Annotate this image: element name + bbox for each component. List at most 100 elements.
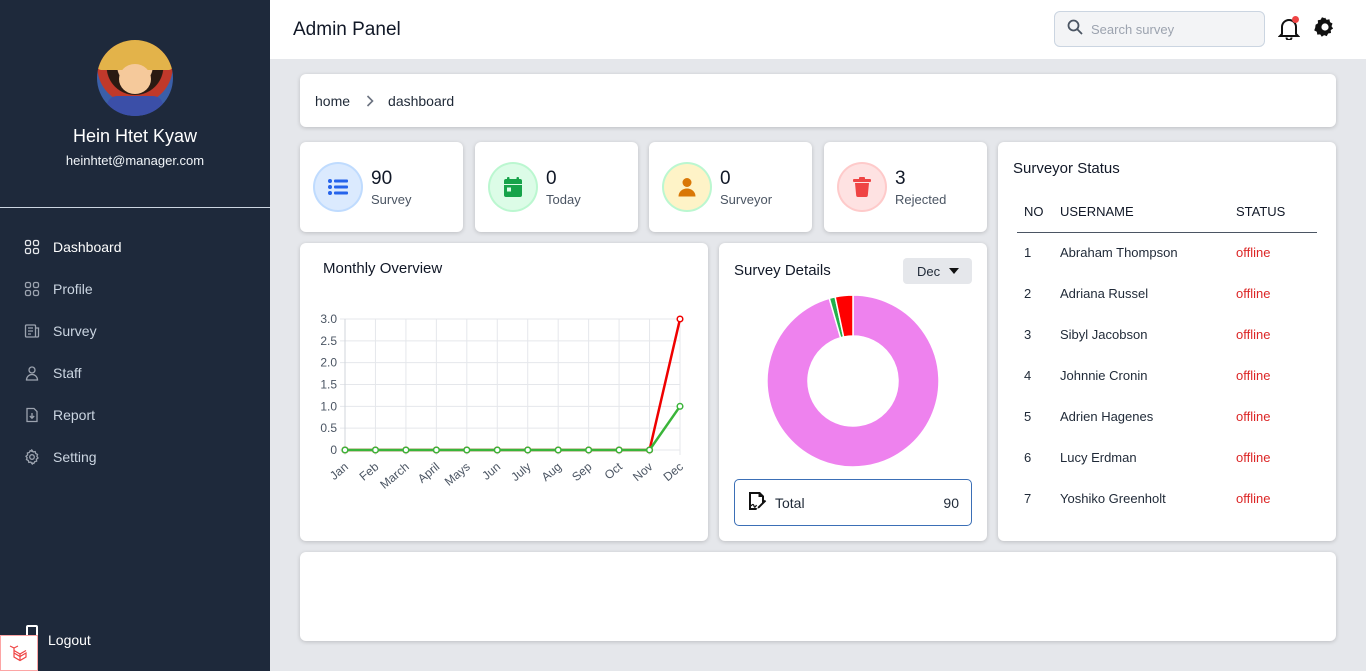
avatar[interactable] (97, 40, 173, 116)
table-row[interactable]: 1 Abraham Thompson offline (1017, 232, 1317, 273)
row-username: Adrien Hagenes (1060, 409, 1154, 424)
column-header-status: STATUS (1236, 192, 1317, 233)
x-tick-label: Jan (327, 460, 351, 483)
laravel-logo-icon[interactable] (0, 635, 38, 671)
table-row[interactable]: 6 Lucy Erdman offline (1017, 437, 1317, 478)
bottom-panel (300, 552, 1336, 641)
card-title: Survey Details (734, 262, 831, 279)
row-status: offline (1236, 450, 1271, 465)
table-row[interactable]: 5 Adrien Hagenes offline (1017, 396, 1317, 437)
chevron-right-icon (366, 94, 374, 107)
row-no: 6 (1024, 450, 1032, 465)
total-box: Total 90 (734, 479, 972, 526)
y-tick-label: 1.0 (320, 399, 337, 413)
stat-value: 0 (720, 167, 731, 189)
user-email: heinhtet@manager.com (65, 153, 205, 168)
stat-card-today[interactable]: 0 Today (475, 142, 638, 232)
data-point (463, 446, 471, 454)
row-no: 4 (1024, 368, 1032, 383)
row-no: 3 (1024, 327, 1032, 342)
logout-label: Logout (48, 632, 91, 648)
trash-icon (839, 164, 885, 210)
stat-card-surveyor[interactable]: 0 Surveyor (649, 142, 812, 232)
data-point (432, 446, 440, 454)
data-point (371, 446, 380, 454)
table-row[interactable]: 2 Adriana Russel offline (1017, 273, 1317, 314)
stat-label: Today (546, 191, 581, 207)
search-box[interactable] (1054, 11, 1265, 47)
data-point (554, 446, 562, 454)
notification-dot (1292, 16, 1299, 23)
surveyor-status-card: Surveyor Status NO USERNAME STATUS 1 Abra… (998, 142, 1336, 541)
x-tick-label: Oct (602, 459, 626, 482)
sidebar-item-profile[interactable]: Profile (0, 268, 270, 310)
survey-donut-chart (767, 295, 939, 467)
sidebar-item-label: Profile (53, 281, 93, 297)
stat-card-rejected[interactable]: 3 Rejected (824, 142, 987, 232)
user-icon (664, 164, 710, 210)
sidebar-item-label: Dashboard (53, 239, 122, 255)
data-point (676, 402, 684, 410)
row-username: Lucy Erdman (1060, 450, 1137, 465)
row-status: offline (1236, 245, 1271, 261)
x-tick-label: July (508, 460, 533, 484)
x-tick-label: Nov (630, 460, 655, 484)
data-point (341, 446, 349, 454)
user-icon (24, 365, 40, 381)
search-icon (1067, 19, 1083, 40)
table-header-row: NO USERNAME STATUS (1017, 192, 1317, 233)
y-tick-label: 0 (330, 443, 337, 457)
report-icon (24, 407, 40, 423)
sidebar-item-setting[interactable]: Setting (0, 436, 270, 478)
card-title: Monthly Overview (323, 260, 443, 277)
month-select[interactable]: Dec (903, 258, 972, 284)
profile-section: Hein Htet Kyaw heinhtet@manager.com (0, 0, 270, 208)
breadcrumb-home[interactable]: home (315, 93, 350, 109)
table-row[interactable]: 7 Yoshiko Greenholt offline (1017, 478, 1317, 519)
x-tick-label: Aug (539, 460, 564, 484)
row-status: offline (1236, 409, 1271, 424)
y-tick-label: 3.0 (320, 312, 337, 326)
stat-label: Rejected (895, 191, 947, 207)
notification-bell-icon[interactable] (1277, 16, 1301, 41)
survey-details-card: Survey Details Dec Total 90 (719, 243, 987, 541)
caret-down-icon (949, 268, 960, 274)
search-input[interactable] (1091, 21, 1251, 37)
grid-icon (24, 239, 40, 255)
y-tick-label: 0.5 (320, 421, 337, 435)
settings-gear-icon[interactable] (1314, 16, 1336, 38)
row-status: offline (1236, 327, 1271, 342)
table-row[interactable]: 4 Johnnie Cronin offline (1017, 355, 1317, 396)
sidebar-item-survey[interactable]: Survey (0, 310, 270, 352)
document-icon (24, 323, 40, 339)
row-username: Adriana Russel (1060, 286, 1149, 301)
y-tick-label: 1.5 (320, 378, 337, 392)
stat-value: 3 (895, 167, 906, 189)
stat-card-survey[interactable]: 90 Survey (300, 142, 463, 232)
user-name: Hein Htet Kyaw (72, 126, 198, 146)
grid-icon (24, 281, 40, 297)
row-username: Yoshiko Greenholt (1060, 491, 1166, 506)
data-point (645, 446, 654, 454)
y-tick-label: 2.0 (320, 356, 337, 370)
stat-value: 0 (546, 167, 557, 189)
x-tick-label: Mays (442, 460, 473, 489)
row-username: Abraham Thompson (1060, 245, 1178, 261)
table-row[interactable]: 3 Sibyl Jacobson offline (1017, 314, 1317, 355)
y-tick-label: 2.5 (320, 334, 337, 348)
logout-button[interactable]: Logout (0, 609, 270, 671)
stat-value: 90 (371, 167, 393, 189)
sidebar-item-report[interactable]: Report (0, 394, 270, 436)
month-select-value: Dec (917, 263, 941, 279)
row-status: offline (1236, 368, 1271, 383)
sidebar-item-staff[interactable]: Staff (0, 352, 270, 394)
x-tick-label: Jun (479, 460, 503, 483)
gear-icon (24, 449, 40, 465)
breadcrumb-current: dashboard (388, 92, 455, 109)
signature-icon (747, 491, 767, 514)
sidebar: Hein Htet Kyaw heinhtet@manager.com Dash… (0, 0, 270, 671)
row-no: 5 (1024, 409, 1032, 424)
x-tick-label: Sep (569, 459, 595, 484)
sidebar-item-dashboard[interactable]: Dashboard (0, 226, 270, 268)
row-no: 7 (1024, 491, 1032, 506)
